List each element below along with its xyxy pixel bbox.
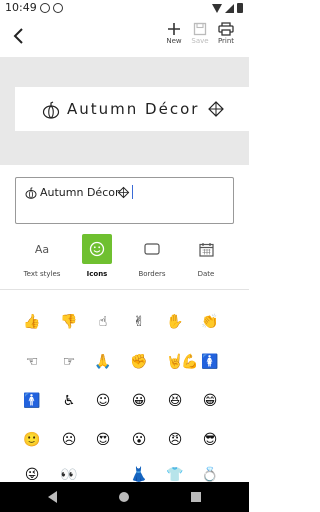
new-button[interactable]: New <box>161 22 187 54</box>
pointing-left-icon[interactable]: ☜ <box>22 352 42 372</box>
status-time: 10:49 <box>5 1 37 14</box>
slight-smile-icon[interactable]: 🙂 <box>22 430 42 450</box>
tab-borders[interactable]: Borders <box>127 234 177 278</box>
signal-icon <box>225 3 234 13</box>
tab-text-styles[interactable]: Aa Text styles <box>17 234 67 279</box>
angry-face-icon[interactable]: 😠 <box>165 430 185 450</box>
label-preview-area: Autumn Décor <box>0 57 249 165</box>
woman-icon[interactable]: 🚺 <box>200 352 220 372</box>
grinning-face-icon[interactable]: 😀 <box>129 391 149 411</box>
pointing-up-icon[interactable]: ☝ <box>93 312 113 332</box>
tab-icons-label: Icons <box>86 270 108 278</box>
battery-icon <box>237 3 243 13</box>
label-text-value: Autumn Décor <box>40 186 120 199</box>
label-preview-text: Autumn Décor <box>67 100 200 118</box>
editor-tabs: Aa Text styles Icons Borders Date <box>0 234 249 284</box>
calendar-icon <box>191 234 221 264</box>
smiley-icon[interactable]: ☺ <box>93 391 113 411</box>
save-button[interactable]: Save <box>187 22 213 54</box>
heart-eyes-face-icon[interactable]: 😍 <box>93 430 113 450</box>
arrow-left-icon <box>13 28 23 44</box>
back-button[interactable] <box>8 25 30 47</box>
plus-icon <box>168 23 180 35</box>
smiley-tab-icon <box>82 234 112 264</box>
pumpkin-icon <box>42 101 60 119</box>
folded-hands-icon[interactable]: 🙏 <box>93 352 113 372</box>
clapping-hands-icon[interactable]: 👏 <box>200 312 220 332</box>
pumpkin-icon <box>25 187 37 199</box>
man-icon[interactable]: 🚹 <box>22 391 42 411</box>
thumbs-down-icon[interactable]: 👎 <box>59 312 79 332</box>
sunglasses-face-icon[interactable]: 😎 <box>200 430 220 450</box>
save-icon <box>193 22 207 36</box>
text-cursor <box>132 185 133 199</box>
icon-row: 🙂 ☹ 😍 😮 😠 😎 <box>15 430 237 454</box>
surprised-face-icon[interactable]: 😮 <box>129 430 149 450</box>
waving-hand-icon[interactable]: ✋ <box>165 312 185 332</box>
tab-date-label: Date <box>197 270 215 278</box>
printer-icon <box>218 22 234 36</box>
text-style-icon: Aa <box>34 242 50 256</box>
nav-home-icon[interactable] <box>119 492 129 502</box>
border-icon <box>137 234 167 264</box>
status-system-icons <box>212 3 243 13</box>
label-preview[interactable]: Autumn Décor <box>15 87 249 131</box>
status-bar: 10:49 <box>0 0 249 17</box>
tab-date[interactable]: Date <box>181 234 231 278</box>
new-label: New <box>166 37 182 45</box>
raised-fist-icon[interactable]: ✊ <box>129 352 149 372</box>
pointing-right-icon[interactable]: ☞ <box>59 352 79 372</box>
system-nav-bar <box>0 482 249 512</box>
icon-row: 👍 👎 ☝ ✌ ✋ 👏 <box>15 312 237 336</box>
flexed-arm-icon[interactable]: 💪 <box>180 352 200 372</box>
nav-back-icon[interactable] <box>48 491 57 503</box>
print-label: Print <box>217 37 235 45</box>
nav-recents-icon[interactable] <box>191 492 201 502</box>
leaf-icon <box>117 186 130 199</box>
save-label: Save <box>191 37 209 45</box>
big-grin-face-icon[interactable]: 😁 <box>200 391 220 411</box>
tab-text-styles-label: Text styles <box>23 270 61 278</box>
tab-icons[interactable]: Icons <box>72 234 122 278</box>
wheelchair-icon[interactable]: ♿ <box>59 391 79 411</box>
leaf-icon <box>208 101 224 117</box>
tab-borders-label: Borders <box>138 270 166 278</box>
divider <box>0 289 249 290</box>
victory-hand-icon[interactable]: ✌ <box>129 312 149 332</box>
thumbs-up-icon[interactable]: 👍 <box>22 312 42 332</box>
toolbar: New Save Print <box>0 17 249 57</box>
laughing-face-icon[interactable]: 😆 <box>165 391 185 411</box>
frowning-face-icon[interactable]: ☹ <box>59 430 79 450</box>
label-text-field[interactable]: Autumn Décor <box>15 177 234 224</box>
print-button[interactable]: Print <box>213 22 239 54</box>
icon-row: ☜ ☞ 🙏 ✊ 🤘 💪 🚺 <box>15 352 237 376</box>
wifi-icon <box>212 3 222 13</box>
icon-row: 🚹 ♿ ☺ 😀 😆 😁 <box>15 391 237 415</box>
notification-icon <box>40 3 50 13</box>
sync-icon <box>53 3 63 13</box>
status-notification-icons <box>40 3 63 13</box>
